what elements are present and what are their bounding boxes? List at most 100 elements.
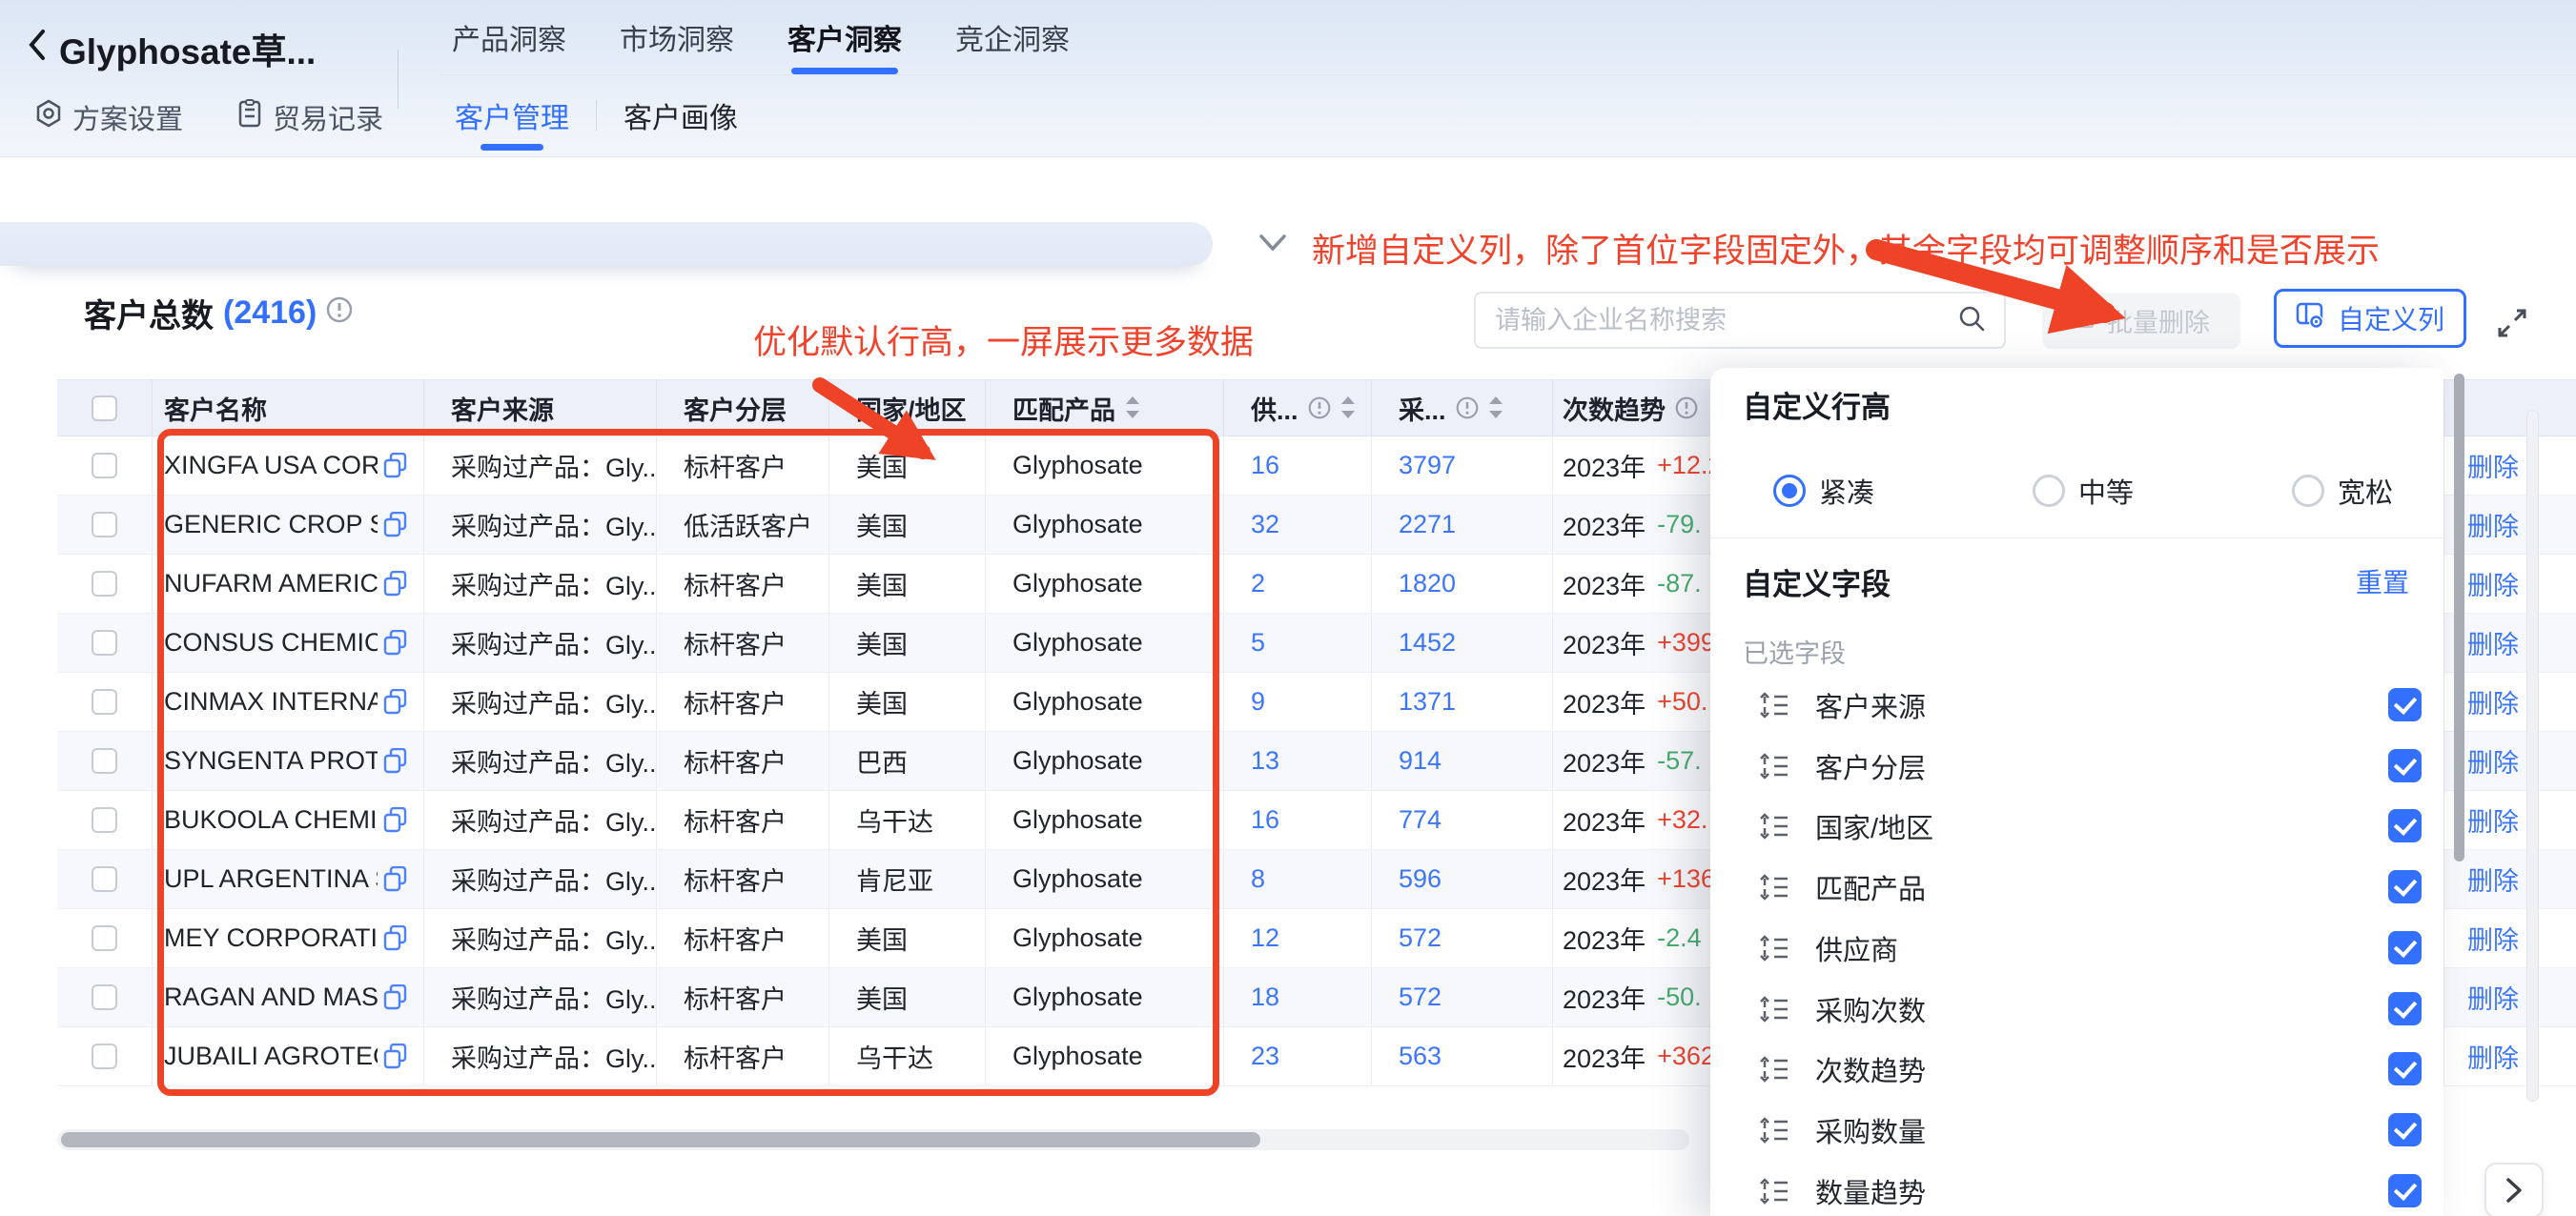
field-checkbox-checked[interactable] <box>2388 870 2422 903</box>
col-header-3[interactable]: 客户分层 <box>657 380 829 436</box>
cell-link[interactable]: 16 <box>1251 805 1279 835</box>
cell-link[interactable]: 1820 <box>1399 569 1456 598</box>
cell-link[interactable]: 774 <box>1399 805 1441 835</box>
field-checkbox-checked[interactable] <box>2388 1174 2422 1207</box>
copy-icon[interactable] <box>383 453 408 479</box>
radio-unselected[interactable] <box>2033 475 2065 507</box>
cell-link[interactable]: 32 <box>1251 510 1279 539</box>
radio-unselected[interactable] <box>2292 475 2324 507</box>
custom-columns-button[interactable]: 自定义列 <box>2274 289 2466 348</box>
field-checkbox-checked[interactable] <box>2388 1052 2422 1085</box>
drag-handle-icon[interactable] <box>1758 1176 1790 1206</box>
cell-link[interactable]: 2271 <box>1399 510 1456 539</box>
cell-link[interactable]: 18 <box>1251 983 1279 1012</box>
top-tab-3[interactable]: 竞企洞察 <box>955 8 1070 74</box>
radio-selected[interactable] <box>1773 475 1806 507</box>
row-checkbox[interactable] <box>92 630 117 656</box>
copy-icon[interactable] <box>383 866 408 893</box>
col-header-4[interactable]: 国家/地区 <box>829 380 986 436</box>
drag-handle-icon[interactable] <box>1758 1115 1790 1145</box>
sub-tab-customer-management[interactable]: 客户管理 <box>455 94 569 136</box>
row-height-option-0[interactable]: 紧凑 <box>1773 471 1874 511</box>
search-input[interactable] <box>1493 305 1956 336</box>
field-checkbox-checked[interactable] <box>2388 809 2422 842</box>
col-header-7[interactable]: 采... <box>1372 380 1553 436</box>
copy-icon[interactable] <box>383 689 408 716</box>
drag-handle-icon[interactable] <box>1758 751 1790 781</box>
cell-link[interactable]: 2 <box>1251 569 1265 598</box>
copy-icon[interactable] <box>383 512 408 538</box>
back-icon[interactable] <box>25 27 48 71</box>
info-icon[interactable] <box>1456 396 1479 419</box>
top-tab-1[interactable]: 市场洞察 <box>620 8 734 74</box>
chevron-down-icon[interactable] <box>1257 233 1289 258</box>
col-header-6[interactable]: 供... <box>1224 380 1372 436</box>
cell-link[interactable]: 3797 <box>1399 451 1456 480</box>
sort-icon[interactable] <box>1125 395 1140 420</box>
row-delete-link[interactable]: 删除 <box>2443 968 2576 1027</box>
copy-icon[interactable] <box>383 807 408 834</box>
drag-handle-icon[interactable] <box>1758 994 1790 1024</box>
select-all-checkbox[interactable] <box>92 395 117 421</box>
cell-link[interactable]: 16 <box>1251 451 1279 480</box>
cell-link[interactable]: 1452 <box>1399 628 1456 658</box>
copy-icon[interactable] <box>383 1044 408 1070</box>
sort-icon[interactable] <box>1340 395 1356 420</box>
field-checkbox-checked[interactable] <box>2388 931 2422 964</box>
cell-link[interactable]: 9 <box>1251 687 1265 717</box>
row-checkbox[interactable] <box>92 807 117 833</box>
info-icon[interactable] <box>326 294 353 332</box>
cell-link[interactable]: 596 <box>1399 864 1441 894</box>
batch-delete-button[interactable]: 批量删除 <box>2042 293 2240 349</box>
copy-icon[interactable] <box>383 571 408 598</box>
cell-link[interactable]: 8 <box>1251 864 1265 894</box>
trade-records-link[interactable]: 贸易记录 <box>236 97 383 137</box>
cell-link[interactable]: 12 <box>1251 923 1279 953</box>
cell-link[interactable]: 914 <box>1399 746 1441 776</box>
row-checkbox[interactable] <box>92 925 117 951</box>
cell-link[interactable]: 5 <box>1251 628 1265 658</box>
col-header-2[interactable]: 客户来源 <box>424 380 657 436</box>
col-header-1[interactable]: 客户名称 <box>153 380 424 436</box>
cell-link[interactable]: 13 <box>1251 746 1279 776</box>
field-checkbox-checked[interactable] <box>2388 992 2422 1025</box>
drag-handle-icon[interactable] <box>1758 811 1790 841</box>
col-header-5[interactable]: 匹配产品 <box>986 380 1224 436</box>
next-page-button[interactable] <box>2484 1163 2544 1216</box>
info-icon[interactable] <box>1675 396 1698 419</box>
row-checkbox[interactable] <box>92 984 117 1010</box>
field-checkbox-checked[interactable] <box>2388 688 2422 721</box>
cell-link[interactable]: 572 <box>1399 983 1441 1012</box>
row-checkbox[interactable] <box>92 1044 117 1069</box>
row-height-option-1[interactable]: 中等 <box>2033 471 2134 511</box>
row-delete-link[interactable]: 删除 <box>2443 909 2576 968</box>
drag-handle-icon[interactable] <box>1758 690 1790 720</box>
drag-handle-icon[interactable] <box>1758 933 1790 963</box>
drag-handle-icon[interactable] <box>1758 1054 1790 1084</box>
copy-icon[interactable] <box>383 630 408 657</box>
search-icon[interactable] <box>1956 303 1987 338</box>
row-checkbox[interactable] <box>92 866 117 892</box>
col-header-0[interactable] <box>57 380 153 436</box>
top-tab-0[interactable]: 产品洞察 <box>452 8 566 74</box>
copy-icon[interactable] <box>383 925 408 952</box>
row-checkbox[interactable] <box>92 689 117 715</box>
vertical-scrollbar-track[interactable] <box>2526 410 2539 1102</box>
copy-icon[interactable] <box>383 748 408 775</box>
drag-handle-icon[interactable] <box>1758 872 1790 902</box>
breadcrumb[interactable]: Glyphosate草... <box>25 23 316 74</box>
sort-icon[interactable] <box>1488 395 1503 420</box>
top-tab-2[interactable]: 客户洞察 <box>787 8 902 74</box>
reset-button[interactable]: 重置 <box>2356 562 2409 600</box>
cell-link[interactable]: 1371 <box>1399 687 1456 717</box>
vertical-scrollbar-thumb[interactable] <box>2454 374 2464 861</box>
sub-tab-customer-profile[interactable]: 客户画像 <box>624 94 738 136</box>
row-checkbox[interactable] <box>92 453 117 478</box>
cell-link[interactable]: 572 <box>1399 923 1441 953</box>
copy-icon[interactable] <box>383 984 408 1011</box>
info-icon[interactable] <box>1308 396 1331 419</box>
cell-link[interactable]: 563 <box>1399 1042 1441 1071</box>
field-checkbox-checked[interactable] <box>2388 1113 2422 1146</box>
fullscreen-expand-icon[interactable] <box>2494 305 2530 341</box>
row-delete-link[interactable]: 删除 <box>2443 1027 2576 1086</box>
